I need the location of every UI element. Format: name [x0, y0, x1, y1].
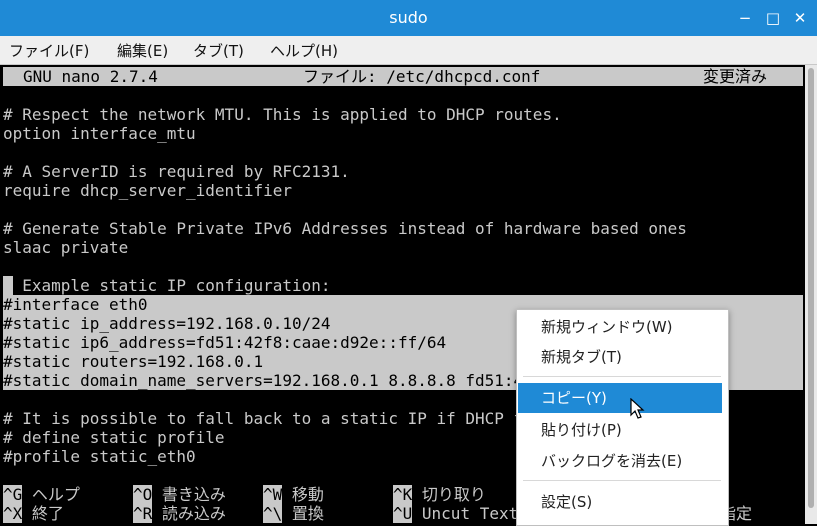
- context-new-window[interactable]: 新規ウィンドウ(W): [518, 312, 722, 342]
- close-icon[interactable]: ✕: [791, 9, 809, 27]
- selected-line: #static ip_address=192.168.0.10/24: [3, 314, 331, 333]
- editor-line: # It is possible to fall back to a stati…: [3, 409, 572, 428]
- maximize-icon[interactable]: □: [764, 9, 782, 27]
- editor-line: slaac private: [3, 238, 129, 257]
- selected-line: #static ip6_address=fd51:42f8:caae:d92e:…: [3, 333, 447, 352]
- shortcut-uncut: ^U Uncut Text: [393, 504, 519, 523]
- shortcut-exit: ^X 終了: [3, 504, 64, 523]
- window-title: sudo: [389, 8, 428, 27]
- shortcut-whereis: ^W 移動: [263, 485, 324, 504]
- shortcut-help: ^G ヘルプ: [3, 485, 80, 504]
- menubar: ファイル(F) 編集(E) タブ(T) ヘルプ(H): [0, 36, 817, 65]
- nano-header: GNU nano 2.7.4 ファイル: /etc/dhcpcd.conf 変更…: [3, 67, 803, 86]
- editor-line: # Respect the network MTU. This is appli…: [3, 105, 562, 124]
- context-menu: 新規ウィンドウ(W) 新規タブ(T) コピー(Y) 貼り付け(P) バックログを…: [516, 309, 729, 526]
- scrollbar-thumb[interactable]: [808, 68, 814, 508]
- editor-line: # A ServerID is required by RFC2131.: [3, 162, 350, 181]
- context-paste[interactable]: 貼り付け(P): [518, 415, 722, 445]
- shortcut-cut: ^K 切り取り: [393, 485, 486, 504]
- window-titlebar[interactable]: sudo − □ ✕: [0, 0, 817, 36]
- menu-file[interactable]: ファイル(F): [9, 40, 89, 61]
- nano-modified-status: 変更済み: [703, 67, 768, 86]
- context-preferences[interactable]: 設定(S): [518, 487, 722, 517]
- context-new-tab[interactable]: 新規タブ(T): [518, 342, 722, 372]
- editor-line: # Generate Stable Private IPv6 Addresses…: [3, 219, 687, 238]
- context-clear-scrollback[interactable]: バックログを消去(E): [518, 446, 722, 476]
- selected-line: #interface eth0: [3, 295, 148, 314]
- mouse-pointer-icon: [630, 398, 645, 419]
- menu-tabs[interactable]: タブ(T): [193, 40, 244, 61]
- editor-line: require dhcp_server_identifier: [3, 181, 292, 200]
- menu-separator: [523, 376, 721, 377]
- menu-edit[interactable]: 編集(E): [117, 40, 168, 61]
- editor-line: #profile static_eth0: [3, 447, 196, 466]
- shortcut-replace: ^\ 置換: [263, 504, 324, 523]
- editor-line: option interface_mtu: [3, 124, 196, 143]
- context-copy[interactable]: コピー(Y): [518, 383, 722, 413]
- menu-separator: [523, 480, 721, 481]
- nano-version: GNU nano 2.7.4: [23, 67, 158, 86]
- selected-line: #static routers=192.168.0.1: [3, 352, 264, 371]
- menu-help[interactable]: ヘルプ(H): [270, 40, 338, 61]
- minimize-icon[interactable]: −: [736, 9, 754, 27]
- shortcut-read: ^R 読み込み: [133, 504, 226, 523]
- shortcut-write: ^O 書き込み: [133, 485, 226, 504]
- editor-line: # define static profile: [3, 428, 225, 447]
- editor-line: # Example static IP configuration:: [3, 276, 331, 295]
- nano-filename: ファイル: /etc/dhcpcd.conf: [303, 67, 541, 86]
